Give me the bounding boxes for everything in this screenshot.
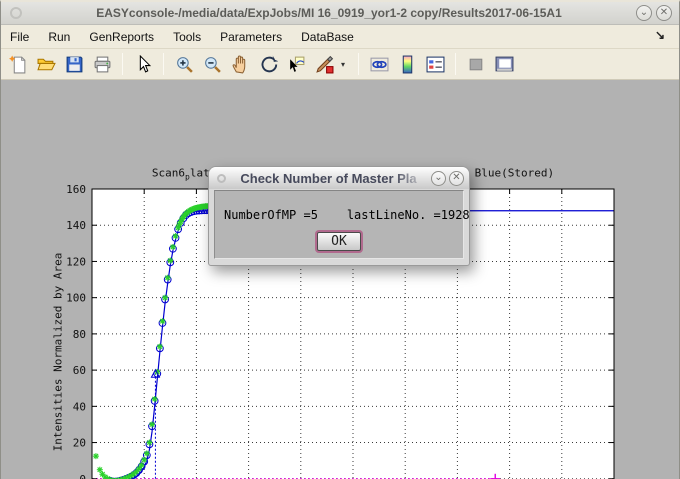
toolbar-separator — [358, 53, 359, 75]
pan-button[interactable] — [229, 53, 251, 75]
menu-file[interactable]: File — [10, 30, 29, 44]
svg-text:120: 120 — [66, 255, 86, 268]
dialog-message: NumberOfMP =5 lastLineNo. =1928 — [224, 208, 470, 222]
toolbar-separator — [163, 53, 164, 75]
disabled-square-icon — [467, 55, 486, 74]
brush-dropdown-caret[interactable]: ▾ — [341, 60, 349, 69]
window-titlebar[interactable]: EASYconsole-/media/data/ExpJobs/MI 16_09… — [1, 2, 679, 25]
dialog-shade-button[interactable]: ⌄ — [431, 171, 446, 186]
legend-icon — [426, 55, 445, 74]
dialog-check-number-of-master-plates: Check Number of Master Pla ⌄ ✕ NumberOfM… — [208, 166, 470, 266]
menu-database[interactable]: DataBase — [301, 30, 354, 44]
svg-text:40: 40 — [73, 400, 86, 413]
app-window: EASYconsole-/media/data/ExpJobs/MI 16_09… — [0, 0, 680, 479]
open-file-button[interactable] — [35, 53, 57, 75]
disabled-tool-button — [465, 53, 487, 75]
printer-icon — [93, 55, 112, 74]
menu-parameters[interactable]: Parameters — [220, 30, 282, 44]
svg-text:140: 140 — [66, 219, 86, 232]
plottools-button[interactable] — [493, 53, 515, 75]
insert-colorbar-button[interactable] — [396, 53, 418, 75]
colorbar-icon — [398, 55, 417, 74]
zoom-out-button[interactable] — [201, 53, 223, 75]
pointer-icon — [134, 55, 153, 74]
zoom-out-icon — [203, 55, 222, 74]
rotate-3d-button[interactable] — [257, 53, 279, 75]
pan-hand-icon — [231, 55, 250, 74]
close-icon: ✕ — [660, 8, 668, 18]
menu-genreports[interactable]: GenReports — [89, 30, 154, 44]
data-cursor-button[interactable] — [285, 53, 307, 75]
window-title: EASYconsole-/media/data/ExpJobs/MI 16_09… — [22, 6, 636, 20]
save-button[interactable] — [63, 53, 85, 75]
toolbar: ▾ — [1, 49, 679, 80]
dialog-menu-icon — [217, 174, 226, 183]
menu-run[interactable]: Run — [48, 30, 70, 44]
plottools-window-icon — [495, 55, 514, 74]
zoom-in-button[interactable] — [173, 53, 195, 75]
ok-button[interactable]: OK — [317, 232, 361, 251]
save-floppy-icon — [65, 55, 84, 74]
svg-text:100: 100 — [66, 292, 86, 305]
brush-button[interactable] — [313, 53, 335, 75]
svg-text:60: 60 — [73, 364, 86, 377]
link-plots-button[interactable] — [368, 53, 390, 75]
svg-text:0: 0 — [79, 473, 86, 479]
close-icon: ✕ — [452, 173, 460, 183]
pointer-tool-button[interactable] — [132, 53, 154, 75]
menu-bar: File Run GenReports Tools Parameters Dat… — [1, 25, 679, 49]
dock-arrow-icon[interactable]: ↘ — [655, 28, 665, 42]
toolbar-separator — [122, 53, 123, 75]
toolbar-separator — [455, 53, 456, 75]
svg-text:80: 80 — [73, 328, 86, 341]
dialog-titlebar[interactable]: Check Number of Master Pla ⌄ ✕ — [209, 167, 469, 189]
window-menu-icon[interactable] — [10, 7, 22, 19]
print-button[interactable] — [91, 53, 113, 75]
chevron-down-icon: ⌄ — [640, 8, 648, 18]
rotate-3d-icon — [259, 55, 278, 74]
window-close-button[interactable]: ✕ — [656, 5, 672, 21]
plot-axes: 020406080100120140160180200-200204060801… — [1, 81, 680, 479]
dialog-title: Check Number of Master Pla — [226, 171, 431, 186]
insert-legend-button[interactable] — [424, 53, 446, 75]
data-cursor-icon — [287, 55, 306, 74]
window-shade-button[interactable]: ⌄ — [636, 5, 652, 21]
chevron-down-icon: ⌄ — [434, 173, 442, 183]
new-figure-button[interactable] — [7, 53, 29, 75]
brush-icon — [315, 55, 334, 74]
menu-tools[interactable]: Tools — [173, 30, 201, 44]
y-axis-label: Intensities Normalized by Area — [52, 253, 65, 452]
zoom-in-icon — [175, 55, 194, 74]
dialog-body: NumberOfMP =5 lastLineNo. =1928 OK — [214, 190, 464, 259]
dialog-close-button[interactable]: ✕ — [449, 171, 464, 186]
new-document-icon — [9, 55, 28, 74]
link-plots-icon — [370, 55, 389, 74]
open-folder-icon — [37, 55, 56, 74]
svg-text:20: 20 — [73, 437, 86, 450]
svg-text:160: 160 — [66, 183, 86, 196]
figure-canvas: 020406080100120140160180200-200204060801… — [1, 81, 679, 479]
y-tick-labels: -20020406080100120140160 — [66, 183, 86, 479]
